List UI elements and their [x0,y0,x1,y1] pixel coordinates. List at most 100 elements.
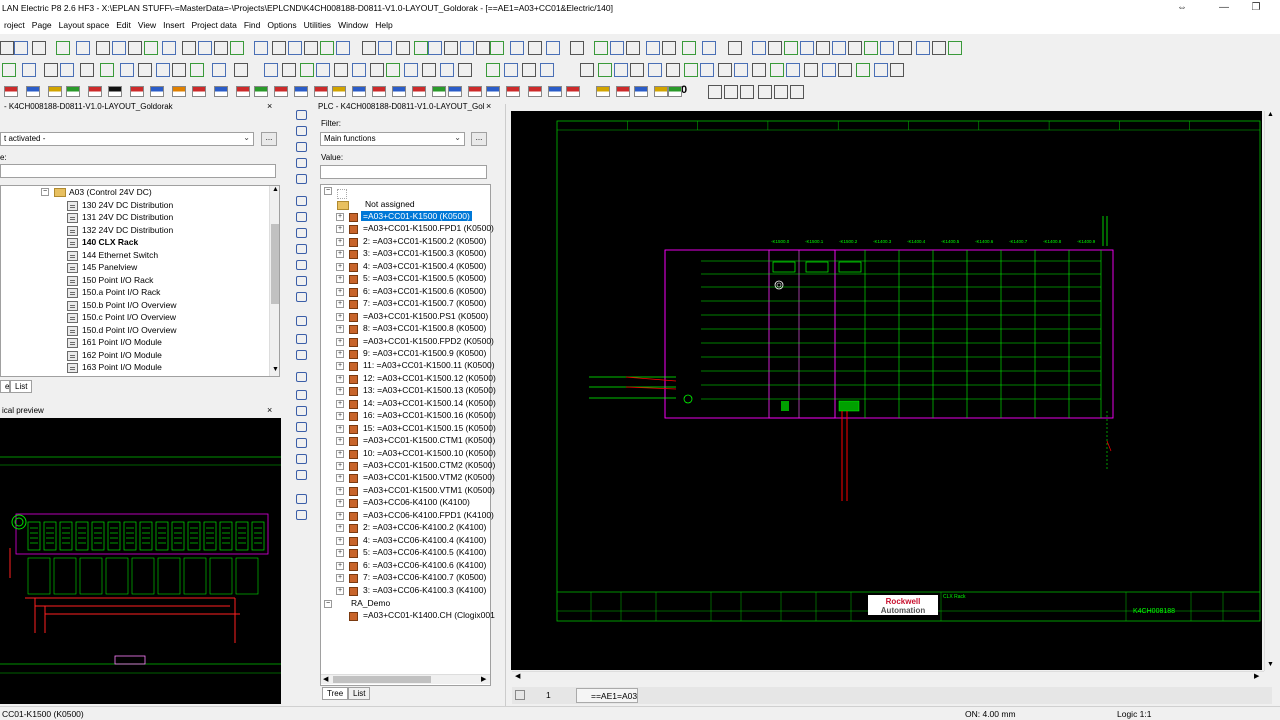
toolbar-tool-icon[interactable] [60,63,74,77]
toolbar-tool-icon[interactable] [162,41,176,55]
toolbar-tool-icon[interactable] [0,41,14,55]
toolbar-tool-icon[interactable] [190,63,204,77]
plc-tree-item[interactable]: +13: =A03+CC01-K1500.13 (K0500) [336,385,496,398]
toolbar-tool-icon[interactable] [422,63,436,77]
draw-tool-icon[interactable] [296,126,307,136]
draw-tool-icon[interactable] [296,228,307,238]
toolbar-tool-icon[interactable] [682,41,696,55]
toolbar-tool-icon[interactable] [486,63,500,77]
toolbar-tool-icon[interactable] [76,41,90,55]
plc-tree-item[interactable]: + =A03+CC01-K1500.FPD2 (K0500) [336,336,494,349]
toolbar-tool-icon[interactable] [804,63,818,77]
plc-tree-item[interactable]: + =A03+CC06-K4100.FPD1 (K4100) [336,510,494,523]
language-flag-icon[interactable] [596,86,610,97]
toolbar-tool-icon[interactable] [728,41,742,55]
plc-filter-options-button[interactable]: ... [471,132,487,146]
toolbar-tool-icon[interactable] [702,41,716,55]
tab-list[interactable]: List [348,687,371,700]
menu-item[interactable]: Help [371,18,395,34]
menu-item[interactable]: roject [0,18,28,34]
toolbar-tool-icon[interactable] [370,63,384,77]
toolbar-tool-icon[interactable] [800,41,814,55]
language-flag-icon[interactable] [274,86,288,97]
preview-canvas[interactable] [0,418,281,704]
menu-item[interactable]: View [134,18,159,34]
language-flag-icon[interactable] [214,86,228,97]
toolbar-tool-icon[interactable] [718,63,732,77]
expand-icon[interactable]: + [336,287,344,296]
filter-dropdown[interactable]: t activated - ⌄ [0,132,254,146]
maximize-button[interactable]: ❐ [1246,2,1266,15]
expand-icon[interactable]: + [336,349,344,358]
toolbar-tool-icon[interactable] [768,41,782,55]
language-flag-icon[interactable] [66,86,80,97]
toolbar-tool-icon[interactable] [832,41,846,55]
ra-demo-node[interactable]: RA_Demo [351,598,390,608]
language-flag-icon[interactable] [48,86,62,97]
draw-tool-icon[interactable] [296,158,307,168]
toolbar-tool-icon[interactable] [120,63,134,77]
toolbar-tool-icon[interactable] [848,41,862,55]
scroll-right-icon[interactable]: ▶ [481,675,486,683]
toolbar-tool-icon[interactable] [362,41,376,55]
expand-icon[interactable]: + [336,561,344,570]
draw-tool-icon[interactable] [296,142,307,152]
expand-icon[interactable]: + [336,325,344,334]
draw-tool-icon[interactable] [296,406,307,416]
menu-item[interactable]: Page [28,18,55,34]
scroll-up-icon[interactable]: ▲ [272,186,279,193]
toolbar-tool-icon[interactable] [22,63,36,77]
page-tab[interactable]: ==AE1=A03... [576,688,638,703]
toolbar-tool-icon[interactable] [790,85,804,99]
toolbar-tool-icon[interactable] [300,63,314,77]
plc-tree-item[interactable]: +9: =A03+CC01-K1500.9 (K0500) [336,348,492,361]
plc-tree-item[interactable]: +15: =A03+CC01-K1500.15 (K0500) [336,423,496,436]
toolbar-tool-icon[interactable] [774,85,788,99]
toolbar-tool-icon[interactable] [570,41,584,55]
toolbar-tool-icon[interactable] [734,63,748,77]
language-flag-icon[interactable] [634,86,648,97]
toolbar-tool-icon[interactable] [838,63,852,77]
toolbar-tool-icon[interactable] [230,41,244,55]
draw-tool-icon[interactable] [296,174,307,184]
expand-icon[interactable]: + [336,474,344,483]
toolbar-tool-icon[interactable] [272,41,286,55]
plc-tree-item[interactable]: +12: =A03+CC01-K1500.12 (K0500) [336,373,496,386]
scrollbar-thumb[interactable] [271,224,279,304]
toolbar-tool-icon[interactable] [880,41,894,55]
toolbar-tool-icon[interactable] [2,63,16,77]
plc-tree-item[interactable]: +4: =A03+CC01-K1500.4 (K0500) [336,261,492,274]
draw-tool-icon[interactable] [296,390,307,400]
expand-icon[interactable]: + [336,337,344,346]
draw-tool-icon[interactable] [296,334,307,344]
language-flag-icon[interactable] [150,86,164,97]
language-flag-icon[interactable] [654,86,668,97]
language-flag-icon[interactable] [108,86,122,97]
page-tree-scrollbar[interactable]: ▲ ▼ [269,186,279,376]
toolbar-tool-icon[interactable] [504,63,518,77]
language-flag-icon[interactable] [294,86,308,97]
plc-tree-item[interactable]: +16: =A03+CC01-K1500.16 (K0500) [336,410,496,423]
toolbar-tool-icon[interactable] [580,63,594,77]
language-flag-icon[interactable] [254,86,268,97]
language-flag-icon[interactable] [236,86,250,97]
toolbar-tool-icon[interactable] [752,63,766,77]
plc-tree-item[interactable]: + =A03+CC06-K4100 (K4100) [336,497,492,510]
expand-icon[interactable]: + [336,536,344,545]
plc-tree-item[interactable]: +3: =A03+CC01-K1500.3 (K0500) [336,248,492,261]
toolbar-tool-icon[interactable] [112,41,126,55]
plc-tree-item[interactable]: +6: =A03+CC06-K4100.6 (K4100) [336,560,492,573]
expand-icon[interactable]: + [336,511,344,520]
toolbar-tool-icon[interactable] [784,41,798,55]
expand-icon[interactable]: + [336,387,344,396]
draw-tool-icon[interactable] [296,494,307,504]
expand-icon[interactable]: + [336,462,344,470]
toolbar-tool-icon[interactable] [740,85,754,99]
toolbar-tool-icon[interactable] [182,41,196,55]
toolbar-tool-icon[interactable] [490,41,504,55]
language-flag-icon[interactable] [192,86,206,97]
plc-tree-item[interactable]: + =A03+CC01-K1500.PS1 (K0500) [336,311,492,324]
toolbar-tool-icon[interactable] [594,41,608,55]
menu-item[interactable]: Insert [159,18,187,34]
toolbar-tool-icon[interactable] [666,63,680,77]
